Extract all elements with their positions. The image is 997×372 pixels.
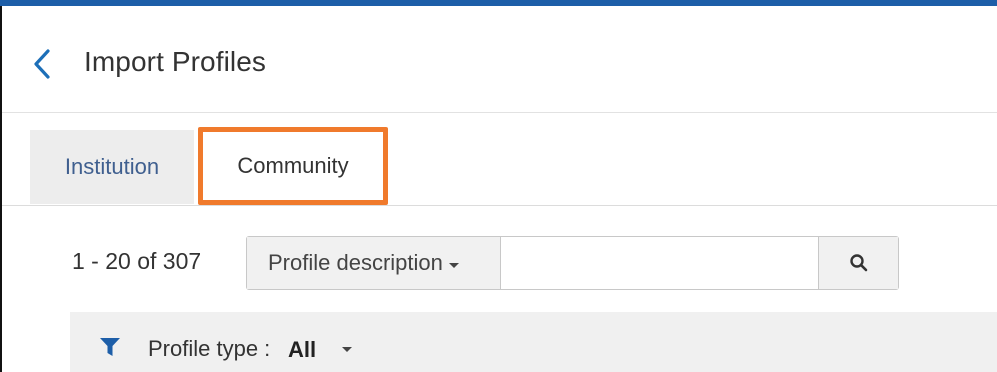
back-button[interactable] [28, 46, 56, 82]
chevron-left-icon [34, 49, 50, 79]
filter-bar: Profile type : All [70, 312, 997, 372]
search-bar: Profile description [246, 236, 899, 290]
tab-bar: Institution Community [2, 113, 997, 206]
search-field-dropdown[interactable]: Profile description [247, 237, 501, 289]
results-count: 1 - 20 of 307 [72, 248, 202, 274]
search-input[interactable] [501, 237, 818, 289]
page-title: Import Profiles [84, 46, 266, 77]
search-field-label: Profile description [268, 250, 443, 275]
filter-profile-type-value[interactable]: All [288, 337, 316, 363]
filter-icon [100, 338, 120, 356]
tab-institution[interactable]: Institution [30, 130, 194, 204]
tab-community-label: Community [237, 153, 349, 178]
caret-down-icon [448, 262, 459, 268]
caret-down-icon[interactable] [342, 347, 352, 352]
filter-profile-type-label: Profile type : [148, 336, 271, 361]
tab-community[interactable]: Community [198, 127, 388, 205]
search-button[interactable] [818, 237, 898, 289]
tab-institution-label: Institution [64, 154, 160, 179]
page-header: Import Profiles [2, 6, 997, 113]
search-icon [849, 254, 867, 272]
